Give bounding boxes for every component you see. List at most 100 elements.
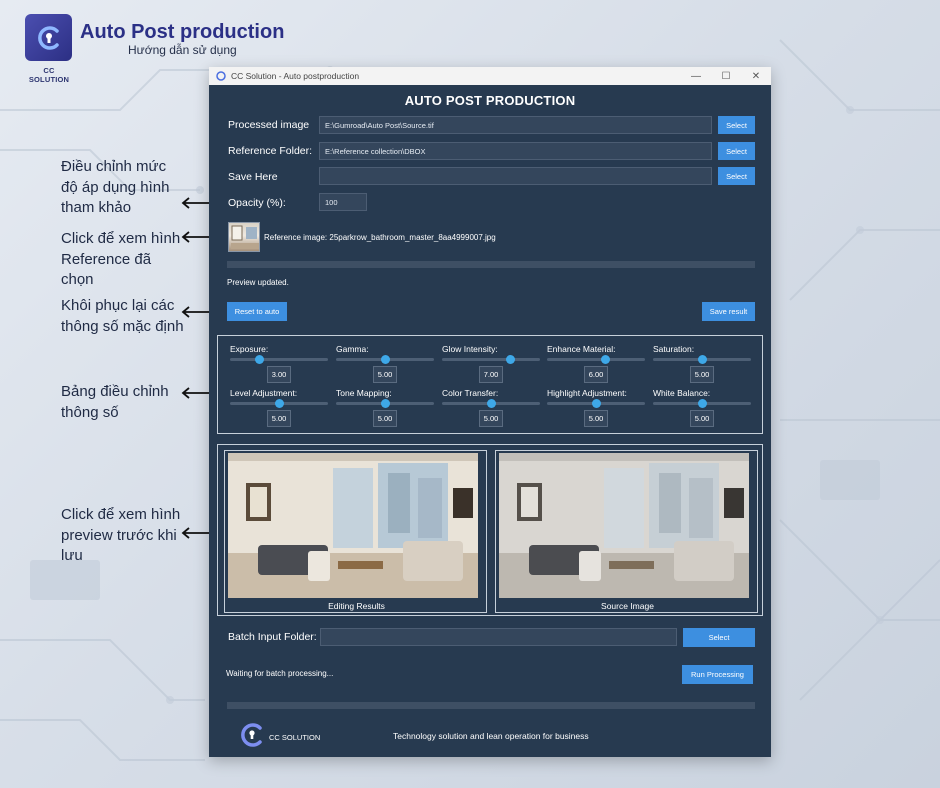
slider-label: Tone Mapping: — [336, 388, 392, 398]
footer-tagline: Technology solution and lean operation f… — [393, 731, 589, 741]
preview-panel: Editing Results Source Image — [217, 444, 763, 616]
slider-handle[interactable] — [591, 399, 601, 408]
slider-label: White Balance: — [653, 388, 711, 398]
slider-handle[interactable] — [486, 399, 496, 408]
slider-track[interactable] — [336, 399, 434, 408]
opacity-label: Opacity (%): — [228, 197, 286, 209]
save-result-button[interactable]: Save result — [702, 302, 755, 321]
footer-logo-text: CC SOLUTION — [269, 733, 321, 742]
batch-progress-bar — [227, 702, 755, 709]
slider-value-input[interactable]: 3.00 — [267, 366, 291, 383]
processed-image-select-button[interactable]: Select — [718, 116, 755, 134]
batch-status: Waiting for batch processing... — [226, 669, 334, 678]
reference-image-text: Reference image: 25parkrow_bathroom_mast… — [264, 233, 496, 242]
annotation-opacity: Điều chỉnh mức độ áp dụng hình tham khảo — [61, 158, 170, 216]
slider-value-input[interactable]: 5.00 — [373, 410, 397, 427]
slider-value-input[interactable]: 5.00 — [584, 410, 608, 427]
brand-tag: CC SOLUTION — [28, 66, 70, 84]
slider-handle[interactable] — [697, 355, 707, 364]
preview-status: Preview updated. — [227, 278, 289, 287]
window-titlebar: CC Solution - Auto postproduction — ☐ ✕ — [209, 67, 771, 85]
slider-value-input[interactable]: 5.00 — [690, 366, 714, 383]
slider-track[interactable] — [547, 355, 645, 364]
slider-track[interactable] — [653, 399, 751, 408]
editing-results-image[interactable] — [228, 453, 478, 598]
cc-solution-logo-icon — [241, 723, 262, 747]
batch-select-button[interactable]: Select — [683, 628, 755, 647]
slider-track[interactable] — [336, 355, 434, 364]
slider-handle[interactable] — [380, 355, 390, 364]
slider-label: Highlight Adjustment: — [547, 388, 627, 398]
opacity-input[interactable]: 100 — [319, 193, 367, 211]
slider-group: Enhance Material: 6.00 — [547, 344, 645, 384]
processed-image-label: Processed image — [228, 119, 310, 131]
reference-folder-input[interactable]: E:\Reference collection\DBOX — [319, 142, 712, 160]
slider-label: Color Transfer: — [442, 388, 499, 398]
app-icon — [216, 71, 226, 81]
processed-image-input[interactable]: E:\Gumroad\Auto Post\Source.tif — [319, 116, 712, 134]
slider-group: White Balance: 5.00 — [653, 388, 751, 428]
save-here-input[interactable] — [319, 167, 712, 185]
annotation-reset: Khôi phục lại các thông số mặc định — [61, 297, 184, 335]
slider-track[interactable] — [442, 399, 540, 408]
batch-input-label: Batch Input Folder: — [228, 631, 317, 643]
cc-solution-logo-icon — [25, 14, 72, 61]
source-image-frame[interactable]: Source Image — [495, 450, 758, 613]
annotation-sliders: Bảng điều chỉnh thông số — [61, 383, 169, 421]
slider-track[interactable] — [653, 355, 751, 364]
slider-value-input[interactable]: 5.00 — [479, 410, 503, 427]
slider-value-input[interactable]: 5.00 — [267, 410, 291, 427]
slider-label: Saturation: — [653, 344, 695, 354]
slider-group: Level Adjustment: 5.00 — [230, 388, 328, 428]
slider-group: Tone Mapping: 5.00 — [336, 388, 434, 428]
slider-label: Gamma: — [336, 344, 369, 354]
slider-track[interactable] — [547, 399, 645, 408]
slider-value-input[interactable]: 5.00 — [373, 366, 397, 383]
window-title: CC Solution - Auto postproduction — [231, 71, 360, 81]
annotation-preview: Click để xem hình preview trước khi lưu — [61, 506, 181, 564]
page-subtitle: Hướng dẫn sử dụng — [128, 43, 237, 57]
batch-input-field[interactable] — [320, 628, 677, 646]
slider-track[interactable] — [442, 355, 540, 364]
slider-handle[interactable] — [506, 355, 516, 364]
reference-thumbnail[interactable] — [228, 222, 260, 252]
slider-label: Glow Intensity: — [442, 344, 498, 354]
slider-group: Glow Intensity: 7.00 — [442, 344, 540, 384]
source-image-image[interactable] — [499, 453, 749, 598]
slider-group: Exposure: 3.00 — [230, 344, 328, 384]
maximize-icon[interactable]: ☐ — [711, 71, 741, 82]
page-title: Auto Post production — [80, 21, 285, 43]
slider-group: Highlight Adjustment: 5.00 — [547, 388, 645, 428]
brand-block: CC SOLUTION — [25, 14, 72, 84]
app-window: CC Solution - Auto postproduction — ☐ ✕ … — [209, 67, 771, 757]
run-processing-button[interactable]: Run Processing — [682, 665, 753, 684]
reset-to-auto-button[interactable]: Reset to auto — [227, 302, 287, 321]
slider-label: Level Adjustment: — [230, 388, 298, 398]
source-image-caption: Source Image — [601, 601, 654, 611]
editing-results-frame[interactable]: Editing Results — [224, 450, 487, 613]
reference-folder-select-button[interactable]: Select — [718, 142, 755, 160]
slider-handle[interactable] — [274, 399, 284, 408]
slider-track[interactable] — [230, 399, 328, 408]
slider-handle[interactable] — [697, 399, 707, 408]
slider-group: Color Transfer: 5.00 — [442, 388, 540, 428]
annotation-reference: Click để xem hình Reference đã chọn — [61, 230, 181, 288]
slider-handle[interactable] — [254, 355, 264, 364]
reference-folder-label: Reference Folder: — [228, 145, 313, 157]
save-here-select-button[interactable]: Select — [718, 167, 755, 185]
slider-handle[interactable] — [601, 355, 611, 364]
slider-handle[interactable] — [380, 399, 390, 408]
minimize-icon[interactable]: — — [681, 71, 711, 82]
slider-label: Exposure: — [230, 344, 269, 354]
slider-label: Enhance Material: — [547, 344, 616, 354]
close-icon[interactable]: ✕ — [741, 71, 771, 82]
slider-track[interactable] — [230, 355, 328, 364]
editing-results-caption: Editing Results — [328, 601, 385, 611]
slider-group: Gamma: 5.00 — [336, 344, 434, 384]
slider-value-input[interactable]: 7.00 — [479, 366, 503, 383]
slider-value-input[interactable]: 5.00 — [690, 410, 714, 427]
save-here-label: Save Here — [228, 171, 278, 183]
progress-bar — [227, 261, 755, 268]
slider-value-input[interactable]: 6.00 — [584, 366, 608, 383]
app-heading: AUTO POST PRODUCTION — [404, 93, 576, 108]
